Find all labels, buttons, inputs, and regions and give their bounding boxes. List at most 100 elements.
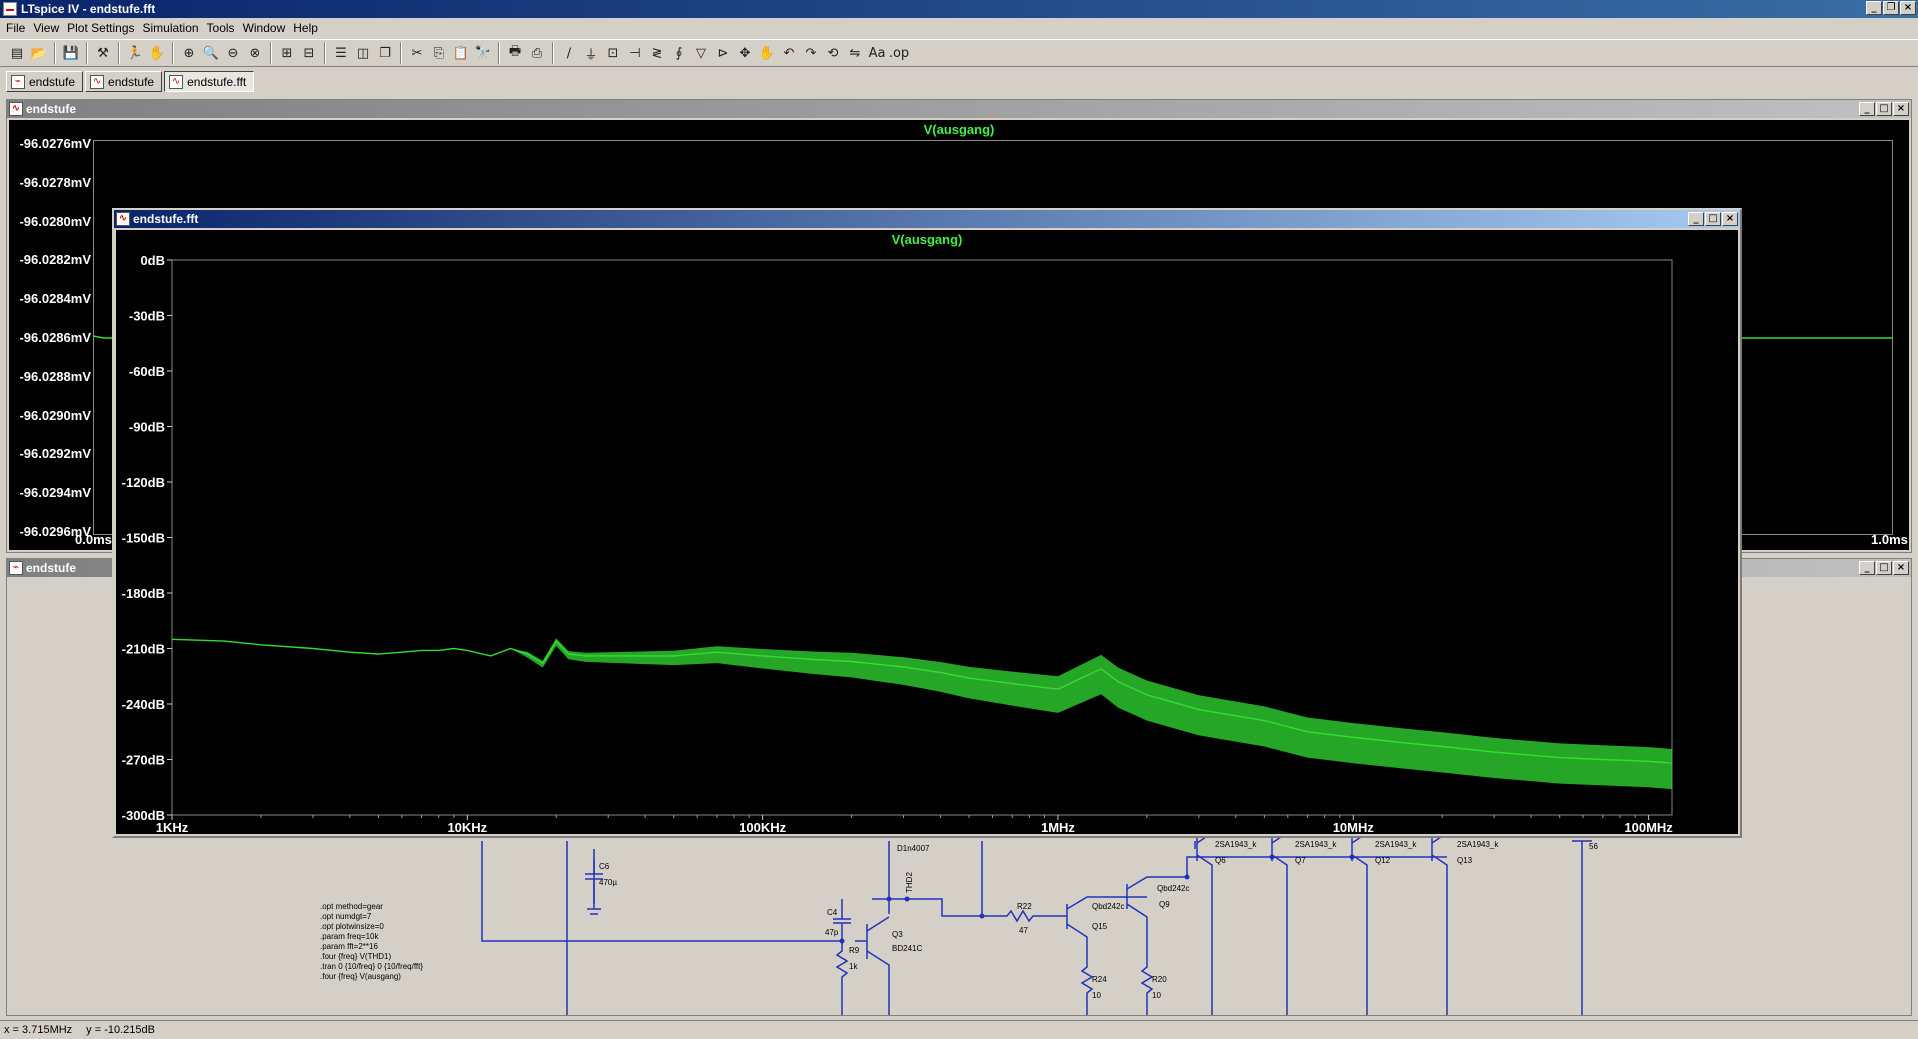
tile-horizontal-icon[interactable]: ☰ [330, 42, 352, 64]
ground-icon[interactable]: ⏚ [580, 42, 602, 64]
label-net-icon[interactable]: ⊡ [602, 42, 624, 64]
component-icon[interactable]: ⊳ [712, 42, 734, 64]
spice-directive-6: .four {freq} V(THD1) [320, 952, 391, 961]
fft-x-tick-label: 10MHz [1333, 820, 1375, 834]
zoom-in-icon[interactable]: 🔍 [200, 42, 222, 64]
run-icon[interactable]: 🏃 [124, 42, 146, 64]
waveform-y-tick-label: -96.0290mV [19, 407, 91, 423]
toolbar-separator [552, 42, 554, 64]
move-icon[interactable]: ✥ [734, 42, 756, 64]
paste-icon[interactable]: 📋 [450, 42, 472, 64]
close-button[interactable]: × [1900, 1, 1916, 15]
drag-icon[interactable]: ✋ [756, 42, 778, 64]
fft-y-tick-label: -180dB [122, 586, 165, 601]
q7-label: Q7 [1295, 856, 1306, 865]
menu-tools[interactable]: Tools [205, 21, 241, 35]
waveform-icon: ∿ [9, 102, 23, 116]
q9-label: Q9 [1159, 900, 1170, 909]
toolbar-separator [324, 42, 326, 64]
app-title: LTspice IV - endstufe.fft [21, 2, 156, 16]
close-button[interactable]: × [1722, 212, 1738, 226]
undo-icon[interactable]: ↶ [778, 42, 800, 64]
d1-label: D1n4007 [897, 844, 930, 853]
fft-y-tick-label: -90dB [129, 420, 165, 435]
spice-directive-4: .param freq=10k [320, 932, 379, 941]
waveform-y-tick-label: -96.0288mV [19, 368, 91, 384]
zoom-fit-icon[interactable]: ⊗ [244, 42, 266, 64]
waveform-window-titlebar[interactable]: ∿ endstufe _ □ × [7, 100, 1911, 118]
menu-window[interactable]: Window [241, 21, 292, 35]
menu-simulation[interactable]: Simulation [141, 21, 205, 35]
waveform-y-tick-label: -96.0286mV [19, 330, 91, 345]
fft-x-tick-label: 100KHz [739, 820, 786, 834]
print-icon[interactable]: ⎙ [526, 42, 548, 64]
maximize-button[interactable]: □ [1705, 212, 1721, 226]
fft-y-tick-label: -270dB [122, 753, 165, 768]
node-56-label: 56 [1589, 842, 1598, 851]
tab-endstufe-waveform[interactable]: ∿ endstufe [85, 71, 163, 92]
new-schematic-icon[interactable]: ▤ [6, 42, 28, 64]
restore-button[interactable]: ❐ [1883, 1, 1899, 15]
copy-icon[interactable]: ⎘ [428, 42, 450, 64]
q13-label: Q13 [1457, 856, 1473, 865]
maximize-button[interactable]: □ [1876, 102, 1892, 116]
minimize-button[interactable]: _ [1866, 1, 1882, 15]
save-icon[interactable]: 💾 [60, 42, 82, 64]
cascade-icon[interactable]: ❐ [374, 42, 396, 64]
inductor-icon[interactable]: ∮ [668, 42, 690, 64]
minimize-button[interactable]: _ [1859, 102, 1875, 116]
menu-plot-settings[interactable]: Plot Settings [65, 21, 140, 35]
close-button[interactable]: × [1893, 102, 1909, 116]
fft-plot-area[interactable]: V(ausgang) 0dB -30dB -60dB -90dB -120dB -150d… [116, 230, 1738, 834]
control-panel-icon[interactable]: ⚒ [92, 42, 114, 64]
fft-x-tick-label: 1MHz [1041, 820, 1075, 834]
waveform-x-start: 0.0ms [75, 532, 112, 547]
document-tabs: ⌁ endstufe ∿ endstufe ∿ endstufe.fft [0, 70, 256, 92]
app-titlebar: LTspice IV - endstufe.fft _ ❐ × [0, 0, 1918, 18]
maximize-button[interactable]: □ [1876, 561, 1892, 575]
menu-file[interactable]: File [4, 21, 31, 35]
fft-series-noise-band [172, 638, 1672, 790]
wire-icon[interactable]: ∕ [558, 42, 580, 64]
mark-icon[interactable]: ⊟ [298, 42, 320, 64]
capacitor-icon[interactable]: ⊣ [624, 42, 646, 64]
tile-vertical-icon[interactable]: ◫ [352, 42, 374, 64]
print-preview-icon[interactable]: 🖶 [504, 42, 526, 64]
tab-endstufe-schematic[interactable]: ⌁ endstufe [6, 71, 84, 92]
menu-help[interactable]: Help [291, 21, 324, 35]
diode-icon[interactable]: ▽ [690, 42, 712, 64]
q3-label: Q3 [892, 930, 903, 939]
fft-x-tick-label: 1KHz [156, 820, 189, 834]
resistor-icon[interactable]: ≷ [646, 42, 668, 64]
menu-view[interactable]: View [31, 21, 65, 35]
redo-icon[interactable]: ↷ [800, 42, 822, 64]
spice-directive-icon[interactable]: .op [888, 42, 910, 64]
zoom-out-icon[interactable]: ⊖ [222, 42, 244, 64]
text-icon[interactable]: Aa [866, 42, 888, 64]
tab-label: endstufe [108, 74, 155, 89]
autorange-icon[interactable]: ⊞ [276, 42, 298, 64]
tab-endstufe-fft[interactable]: ∿ endstufe.fft [164, 71, 255, 92]
fft-y-tick-label: -120dB [122, 475, 165, 490]
fft-y-tick-label: -210dB [122, 642, 165, 657]
q12-type: 2SA1943_k [1375, 840, 1417, 849]
spice-directive-1: .opt method=gear [320, 902, 383, 911]
mirror-icon[interactable]: ⇋ [844, 42, 866, 64]
minimize-button[interactable]: _ [1688, 212, 1704, 226]
toolbar-separator [118, 42, 120, 64]
fft-window-titlebar[interactable]: ∿ endstufe.fft _ □ × [114, 210, 1740, 228]
fft-y-tick-label: -30dB [129, 309, 165, 324]
close-button[interactable]: × [1893, 561, 1909, 575]
find-icon[interactable]: 🔭 [472, 42, 494, 64]
zoom-area-icon[interactable]: ⊕ [178, 42, 200, 64]
q6-label: Q6 [1215, 856, 1226, 865]
fft-x-tick-label: 100MHz [1624, 820, 1673, 834]
ltspice-app-icon [3, 2, 17, 16]
rotate-icon[interactable]: ⟲ [822, 42, 844, 64]
fft-window[interactable]: ∿ endstufe.fft _ □ × V(ausgang) 0dB -30dB… [112, 208, 1742, 838]
minimize-button[interactable]: _ [1859, 561, 1875, 575]
open-folder-icon[interactable]: 📂 [28, 42, 50, 64]
halt-icon[interactable]: ✋ [146, 42, 168, 64]
tab-label: endstufe [29, 74, 76, 89]
cut-icon[interactable]: ✂ [406, 42, 428, 64]
